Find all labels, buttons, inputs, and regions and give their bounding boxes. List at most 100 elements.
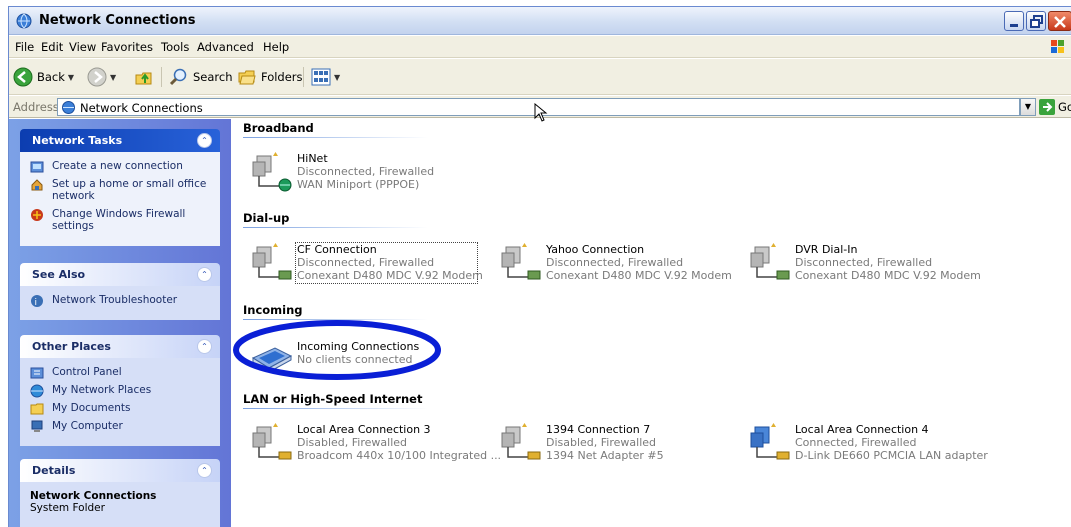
- menu-view[interactable]: View: [69, 40, 96, 54]
- go-button[interactable]: Go: [1039, 99, 1071, 115]
- other-places-header[interactable]: Other Places ⌃: [20, 335, 220, 358]
- connection-1394-7[interactable]: 1394 Connection 7 Disabled, Firewalled 1…: [500, 423, 740, 467]
- connection-cf[interactable]: CF Connection Disconnected, Firewalled C…: [251, 242, 491, 287]
- back-arrow-icon: [13, 67, 33, 87]
- connection-status: Disconnected, Firewalled: [795, 256, 933, 269]
- up-folder-button[interactable]: [134, 66, 154, 88]
- collapse-chevron-icon[interactable]: ⌃: [197, 133, 212, 148]
- connection-yahoo[interactable]: Yahoo Connection Disconnected, Firewalle…: [500, 243, 740, 287]
- group-header-broadband: Broadband: [243, 121, 314, 135]
- place-my-computer[interactable]: My Computer: [30, 420, 212, 432]
- connections-list: Broadband HiNet Disconnected, Firewalled…: [232, 119, 1071, 527]
- connection-name: Local Area Connection 3: [297, 423, 431, 436]
- connection-name: 1394 Connection 7: [546, 423, 651, 436]
- connection-status: Disabled, Firewalled: [297, 436, 408, 449]
- connection-status: Disconnected, Firewalled: [297, 165, 435, 178]
- connection-dvr-dial-in[interactable]: DVR Dial-In Disconnected, Firewalled Con…: [749, 243, 989, 287]
- highlight-annotation-ellipse: [233, 320, 441, 380]
- toolbar-separator: [303, 67, 304, 87]
- connection-device: WAN Miniport (PPPOE): [297, 178, 420, 191]
- menu-file[interactable]: File: [15, 40, 34, 54]
- close-icon: [1054, 16, 1066, 28]
- details-header[interactable]: Details ⌃: [20, 459, 220, 482]
- connection-device: Broadcom 440x 10/100 Integrated ...: [297, 449, 502, 462]
- dialup-connection-icon: [501, 243, 541, 280]
- views-button[interactable]: ▼: [311, 66, 340, 88]
- broadband-connection-icon: [252, 152, 292, 192]
- folders-button[interactable]: Folders: [237, 66, 303, 88]
- menu-help[interactable]: Help: [263, 40, 289, 54]
- connection-name: Local Area Connection 4: [795, 423, 929, 436]
- group-header-dialup: Dial-up: [243, 211, 290, 225]
- other-places-panel: Other Places ⌃ Control Panel My Network …: [20, 335, 220, 446]
- home-network-icon: [31, 179, 43, 191]
- place-my-network-places[interactable]: My Network Places: [30, 384, 212, 398]
- maximize-button[interactable]: [1026, 11, 1046, 31]
- network-tasks-header[interactable]: Network Tasks ⌃: [20, 129, 220, 152]
- group-header-incoming: Incoming: [243, 303, 303, 317]
- lan-connection-icon: [501, 423, 541, 460]
- menu-bar: File Edit View Favorites Tools Advanced …: [9, 36, 1071, 58]
- menu-edit[interactable]: Edit: [41, 40, 63, 54]
- title-bar[interactable]: Network Connections: [9, 7, 1071, 35]
- back-button[interactable]: Back ▼: [13, 66, 74, 88]
- computer-icon: [31, 420, 43, 432]
- window: Network Connections File Edit View Favor…: [8, 6, 1071, 527]
- place-my-documents[interactable]: My Documents: [30, 402, 212, 415]
- window-title: Network Connections: [39, 13, 196, 28]
- group-header-lan: LAN or High-Speed Internet: [243, 392, 423, 406]
- details-type: System Folder: [30, 502, 105, 514]
- documents-folder-icon: [30, 403, 44, 415]
- folders-icon: [238, 70, 256, 85]
- views-dropdown-icon[interactable]: ▼: [334, 73, 340, 82]
- windows-logo-icon: [1051, 40, 1064, 53]
- connection-status: Connected, Firewalled: [795, 436, 917, 449]
- task-change-firewall-settings[interactable]: Change Windows Firewall settings: [30, 208, 212, 232]
- collapse-chevron-icon[interactable]: ⌃: [197, 339, 212, 354]
- toolbar-separator: [161, 67, 162, 87]
- search-icon: [169, 68, 187, 86]
- collapse-chevron-icon[interactable]: ⌃: [197, 463, 212, 478]
- see-also-header[interactable]: See Also ⌃: [20, 263, 220, 286]
- lan-connection-icon: [252, 423, 292, 460]
- connection-name: HiNet: [297, 152, 328, 165]
- address-label: Address: [13, 100, 59, 114]
- connection-device: Conexant D480 MDC V.92 Modem: [297, 269, 483, 282]
- new-connection-icon: [30, 161, 44, 173]
- connection-status: Disconnected, Firewalled: [546, 256, 684, 269]
- go-arrow-icon: [1039, 99, 1055, 115]
- connection-hinet[interactable]: HiNet Disconnected, Firewalled WAN Minip…: [251, 152, 491, 196]
- see-also-panel: See Also ⌃ i Network Troubleshooter: [20, 263, 220, 320]
- forward-arrow-icon: [87, 67, 107, 87]
- connection-local-area-3[interactable]: Local Area Connection 3 Disabled, Firewa…: [251, 423, 501, 467]
- lan-connected-icon: [750, 423, 790, 460]
- task-setup-home-network[interactable]: Set up a home or small office network: [30, 178, 212, 202]
- task-create-new-connection[interactable]: Create a new connection: [30, 160, 212, 173]
- close-button[interactable]: [1048, 11, 1071, 31]
- toolbar: Back ▼ ▼ Search Folders ▼: [9, 59, 1071, 95]
- connection-local-area-4[interactable]: Local Area Connection 4 Connected, Firew…: [749, 423, 989, 467]
- menu-advanced[interactable]: Advanced: [197, 40, 254, 54]
- dialup-connection-icon: [750, 243, 790, 280]
- details-name: Network Connections: [30, 490, 157, 502]
- forward-dropdown-icon[interactable]: ▼: [110, 73, 116, 82]
- connection-status: Disabled, Firewalled: [546, 436, 657, 449]
- task-pane: Network Tasks ⌃ Create a new connection …: [9, 119, 231, 527]
- menu-tools[interactable]: Tools: [161, 40, 189, 54]
- details-panel: Details ⌃ Network Connections System Fol…: [20, 459, 220, 527]
- network-connections-icon: [16, 13, 32, 29]
- minimize-button[interactable]: [1004, 11, 1024, 31]
- forward-button[interactable]: ▼: [87, 66, 116, 88]
- menu-favorites[interactable]: Favorites: [101, 40, 153, 54]
- connection-name: CF Connection: [297, 243, 377, 256]
- back-dropdown-icon[interactable]: ▼: [68, 73, 74, 82]
- collapse-chevron-icon[interactable]: ⌃: [197, 267, 212, 282]
- dialup-connection-icon: [252, 243, 292, 280]
- address-dropdown-button[interactable]: ▼: [1020, 98, 1036, 116]
- connection-device: 1394 Net Adapter #5: [546, 449, 664, 462]
- task-network-troubleshooter[interactable]: i Network Troubleshooter: [30, 294, 212, 308]
- search-button[interactable]: Search: [169, 66, 233, 88]
- connection-device: D-Link DE660 PCMCIA LAN adapter: [795, 449, 988, 462]
- place-control-panel[interactable]: Control Panel: [30, 366, 212, 379]
- control-panel-icon: [30, 367, 44, 379]
